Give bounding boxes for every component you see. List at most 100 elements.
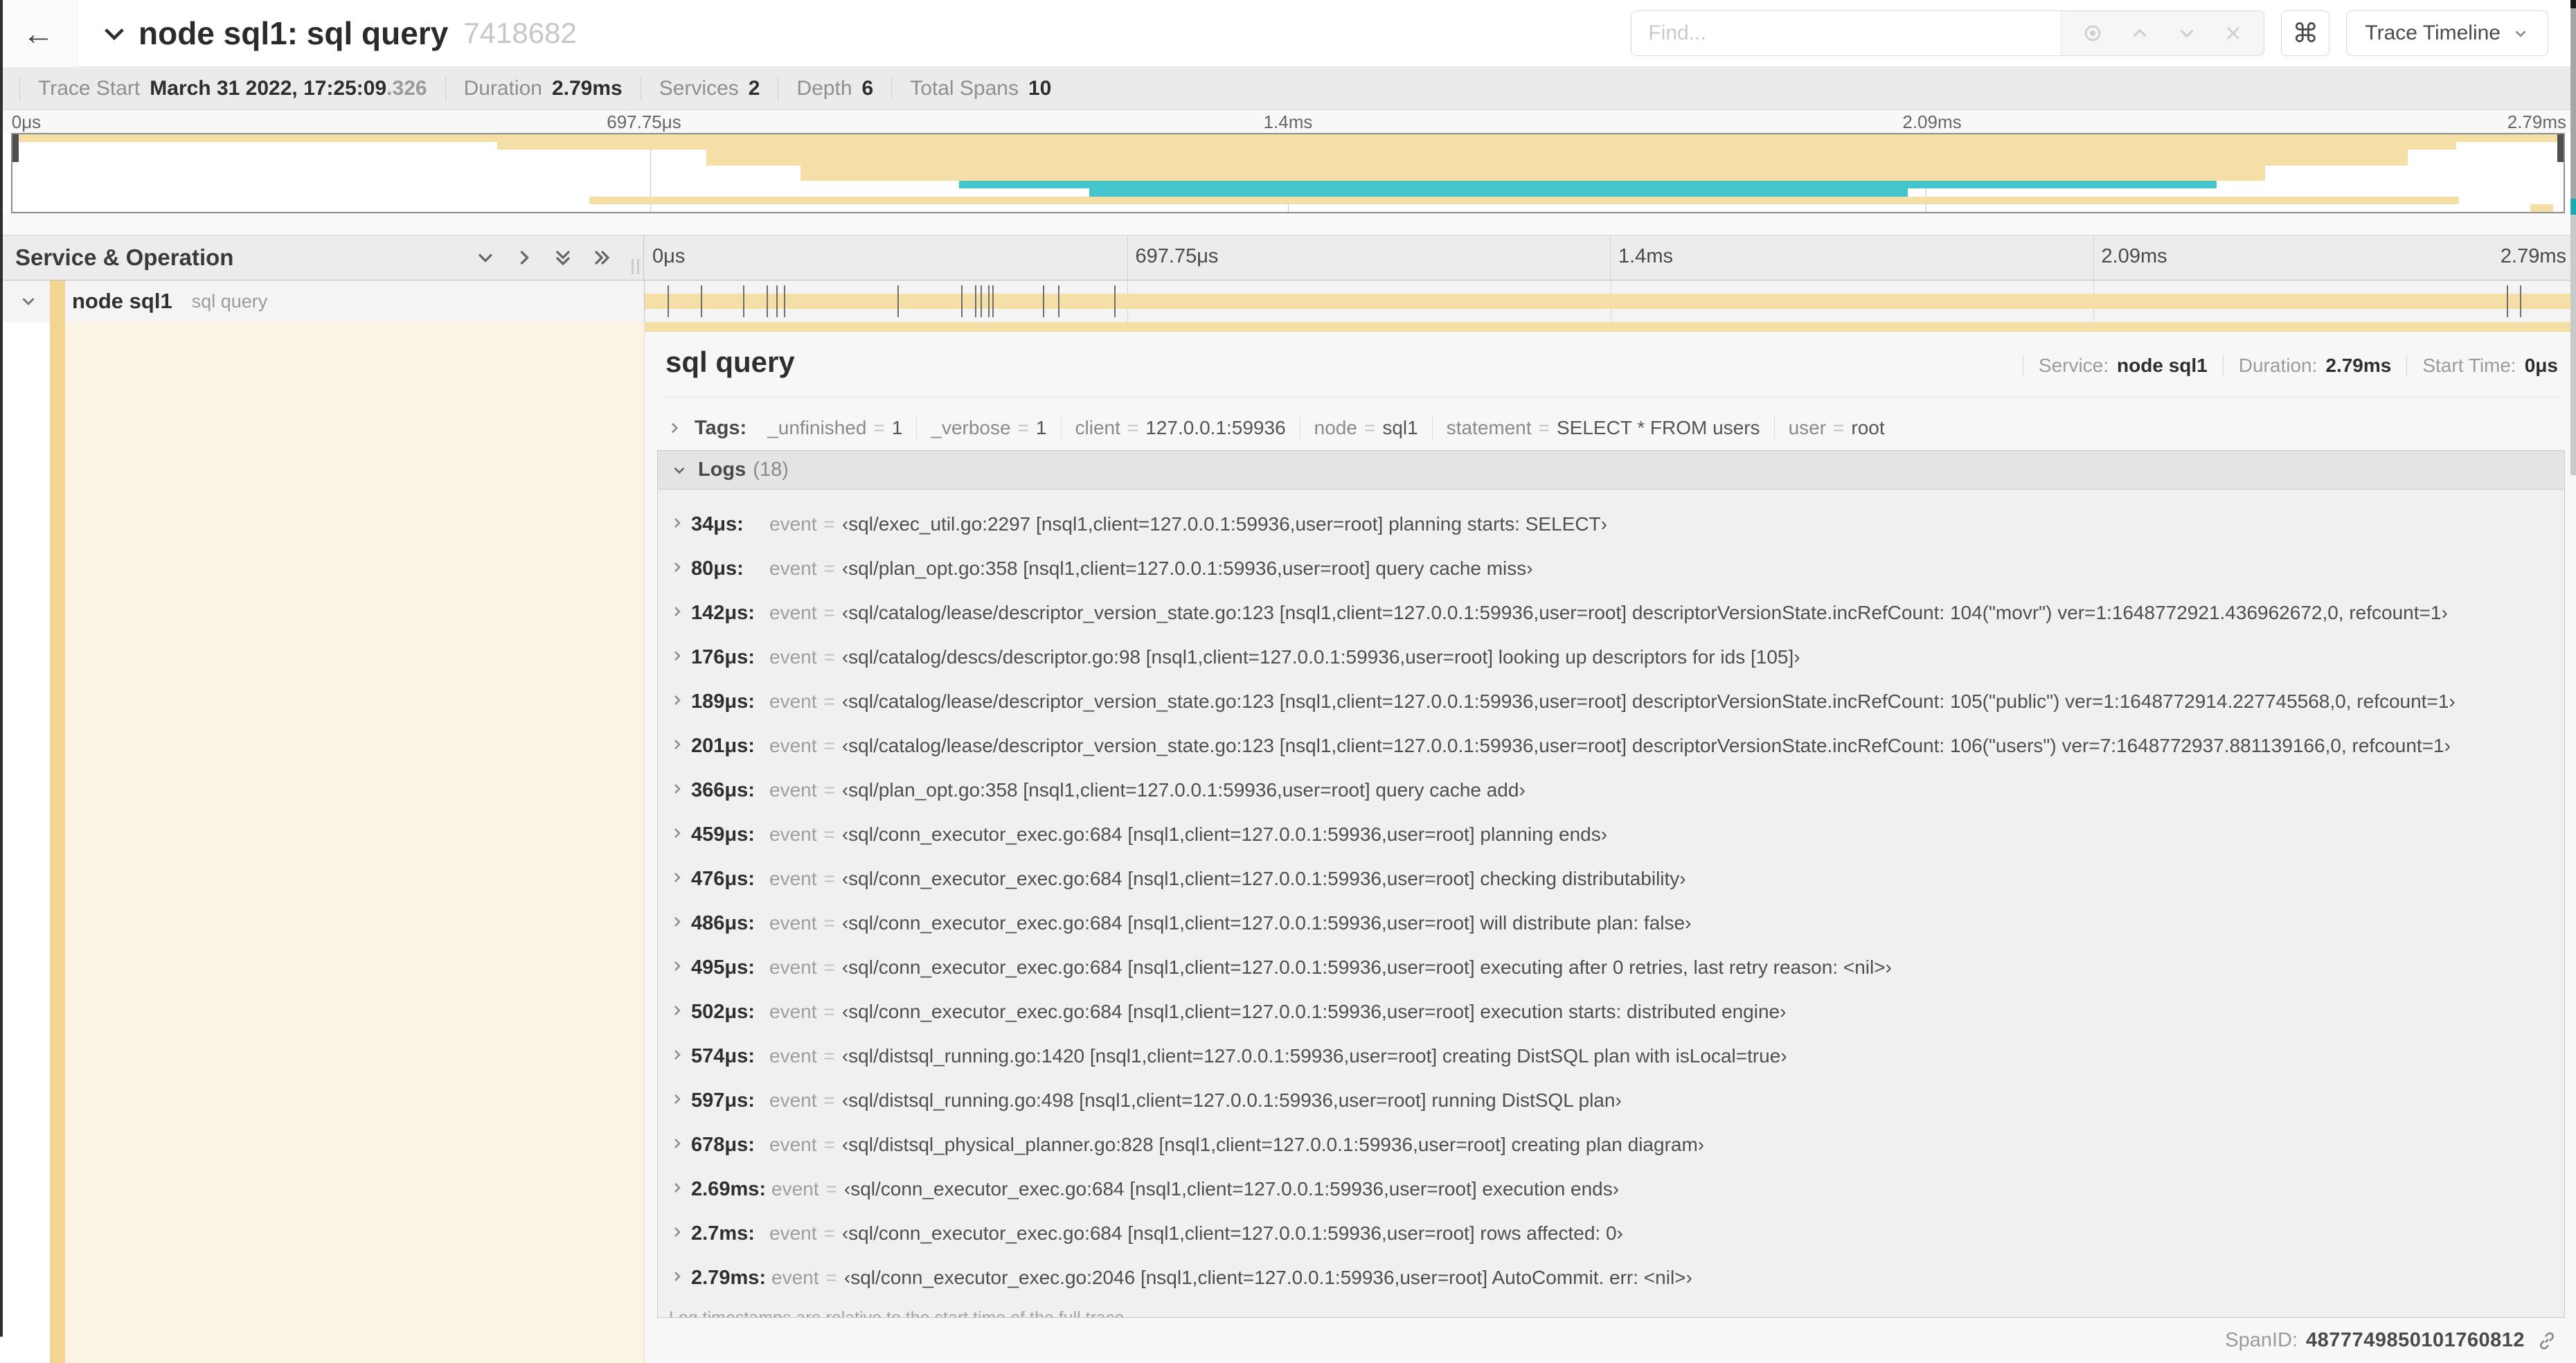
log-timestamp: 502μs: xyxy=(691,1001,755,1023)
metadata-label: Depth xyxy=(796,76,852,100)
log-entry-row[interactable]: 34μs: event = ‹sql/exec_util.go:2297 [ns… xyxy=(669,510,2564,538)
back-button[interactable]: ← xyxy=(0,0,78,67)
column-resize-handle[interactable] xyxy=(632,259,639,274)
log-equals: = xyxy=(823,1134,835,1155)
chevron-down-icon[interactable] xyxy=(670,461,688,479)
chevron-right-icon[interactable] xyxy=(669,1091,686,1107)
minimap-span-bar xyxy=(497,142,2457,150)
span-bar-cell[interactable] xyxy=(644,280,2576,322)
trace-minimap[interactable] xyxy=(11,133,2565,213)
log-entry-row[interactable]: 80μs: event = ‹sql/plan_opt.go:358 [nsql… xyxy=(669,555,2564,582)
trace-collapse-chevron-icon[interactable] xyxy=(100,19,129,48)
log-entry-row[interactable]: 2.7ms: event = ‹sql/conn_executor_exec.g… xyxy=(669,1220,2564,1247)
log-entry-row[interactable]: 2.69ms: event = ‹sql/conn_executor_exec.… xyxy=(669,1175,2564,1203)
log-entry-row[interactable]: 176μs: event = ‹sql/catalog/descs/descri… xyxy=(669,643,2564,671)
chevron-right-icon[interactable] xyxy=(669,869,686,886)
chevron-right-icon[interactable] xyxy=(665,419,683,437)
log-marker-tick xyxy=(743,285,745,317)
chevron-right-icon[interactable] xyxy=(669,1002,686,1019)
minimap-left-scrubber-handle[interactable] xyxy=(12,134,19,162)
trace-page: ← node sql1: sql query 7418682 Find... ⌘… xyxy=(0,0,2576,1363)
chevron-right-icon[interactable] xyxy=(669,825,686,841)
log-marker-tick xyxy=(766,285,768,317)
log-entry-row[interactable]: 495μs: event = ‹sql/conn_executor_exec.g… xyxy=(669,954,2564,981)
logs-header[interactable]: Logs (18) xyxy=(658,451,2564,490)
expand-one-icon[interactable] xyxy=(512,245,537,270)
chevron-right-icon[interactable] xyxy=(669,958,686,974)
log-entry-row[interactable]: 366μs: event = ‹sql/plan_opt.go:358 [nsq… xyxy=(669,776,2564,804)
page-title: node sql1: sql query xyxy=(138,15,449,51)
log-entry-row[interactable]: 459μs: event = ‹sql/conn_executor_exec.g… xyxy=(669,821,2564,848)
tags-row[interactable]: Tags: _unfinished = 1 _verbose = 1 clien… xyxy=(665,408,2558,448)
log-equals: = xyxy=(823,735,835,756)
log-equals: = xyxy=(825,1267,837,1288)
chevron-right-icon[interactable] xyxy=(669,515,686,531)
log-field-key: event xyxy=(769,1045,817,1067)
chevron-right-icon[interactable] xyxy=(669,1046,686,1063)
span-duration-bar[interactable] xyxy=(645,294,2576,309)
expand-all-icon[interactable] xyxy=(589,245,614,270)
collapse-controls xyxy=(473,245,614,270)
clear-search-icon[interactable] xyxy=(2222,22,2244,44)
log-entry-row[interactable]: 502μs: event = ‹sql/conn_executor_exec.g… xyxy=(669,998,2564,1026)
log-entry-row[interactable]: 142μs: event = ‹sql/catalog/lease/descri… xyxy=(669,599,2564,627)
log-entry-row[interactable]: 574μs: event = ‹sql/distsql_running.go:1… xyxy=(669,1042,2564,1070)
log-entry-row[interactable]: 486μs: event = ‹sql/conn_executor_exec.g… xyxy=(669,909,2564,937)
log-field-value: ‹sql/conn_executor_exec.go:684 [nsql1,cl… xyxy=(841,1222,1623,1244)
deep-link-icon[interactable] xyxy=(2536,1330,2558,1352)
chevron-right-icon[interactable] xyxy=(669,603,686,620)
next-result-icon[interactable] xyxy=(2175,21,2199,45)
chevron-right-icon[interactable] xyxy=(669,914,686,930)
log-entry-row[interactable]: 189μs: event = ‹sql/catalog/lease/descri… xyxy=(669,688,2564,715)
log-timestamp: 142μs: xyxy=(691,602,755,624)
focus-match-icon[interactable] xyxy=(2081,21,2104,45)
timeline-axis-header: 0μs 697.75μs 1.4ms 2.09ms 2.79ms xyxy=(644,235,2576,280)
metadata-label: Duration xyxy=(463,76,542,100)
metadata-item: Services 2 xyxy=(640,75,778,101)
log-equals: = xyxy=(823,558,835,579)
log-entry-row[interactable]: 2.79ms: event = ‹sql/conn_executor_exec.… xyxy=(669,1264,2564,1292)
log-marker-tick xyxy=(897,285,900,317)
prev-result-icon[interactable] xyxy=(2128,21,2152,45)
trace-metadata-bar: Trace Start March 31 2022, 17:25:09 .326… xyxy=(0,67,2576,110)
log-entry-row[interactable]: 597μs: event = ‹sql/distsql_running.go:4… xyxy=(669,1087,2564,1114)
log-marker-tick xyxy=(2506,285,2508,317)
log-entry-row[interactable]: 678μs: event = ‹sql/distsql_physical_pla… xyxy=(669,1131,2564,1159)
minimap-right-scrubber-handle[interactable] xyxy=(2557,134,2564,162)
metadata-value: 6 xyxy=(861,76,874,100)
span-name-cell[interactable]: node sql1 sql query xyxy=(0,280,644,322)
log-entry-row[interactable]: 201μs: event = ‹sql/catalog/lease/descri… xyxy=(669,732,2564,760)
tag-key: node xyxy=(1314,417,1357,438)
log-equals: = xyxy=(823,1001,835,1022)
log-field-value: ‹sql/distsql_running.go:1420 [nsql1,clie… xyxy=(841,1045,1787,1067)
page-left-border xyxy=(0,0,3,1337)
keyboard-shortcuts-button[interactable]: ⌘ xyxy=(2281,10,2330,56)
span-collapse-chevron-icon[interactable] xyxy=(18,291,39,312)
log-entry-row[interactable]: 476μs: event = ‹sql/conn_executor_exec.g… xyxy=(669,865,2564,893)
divider xyxy=(665,397,2558,398)
view-type-dropdown[interactable]: Trace Timeline xyxy=(2346,10,2548,56)
span-id-value: 4877749850101760812 xyxy=(2306,1329,2525,1351)
span-stat-label: Duration: xyxy=(2238,355,2318,376)
chevron-right-icon[interactable] xyxy=(669,1224,686,1240)
chevron-right-icon[interactable] xyxy=(669,559,686,576)
chevron-right-icon[interactable] xyxy=(669,1268,686,1285)
log-timestamp: 189μs: xyxy=(691,691,755,713)
collapse-one-icon[interactable] xyxy=(473,245,498,270)
tag-value: root xyxy=(1851,417,1885,438)
chevron-right-icon[interactable] xyxy=(669,648,686,664)
collapse-all-icon[interactable] xyxy=(551,245,575,270)
log-field-value: ‹sql/catalog/lease/descriptor_version_st… xyxy=(841,691,2456,712)
tag-equals: = xyxy=(873,417,885,438)
find-input[interactable] xyxy=(1631,11,2061,55)
chevron-right-icon[interactable] xyxy=(669,736,686,753)
chevron-right-icon[interactable] xyxy=(669,1179,686,1196)
chevron-right-icon[interactable] xyxy=(669,1135,686,1152)
chevron-right-icon[interactable] xyxy=(669,781,686,797)
top-bar-controls: ⌘ Trace Timeline xyxy=(1631,10,2548,56)
tag-key: client xyxy=(1075,417,1120,438)
log-equals: = xyxy=(823,513,835,535)
logs-title: Logs xyxy=(698,458,746,481)
chevron-right-icon[interactable] xyxy=(669,692,686,709)
page-scrollbar[interactable] xyxy=(2570,0,2576,1363)
